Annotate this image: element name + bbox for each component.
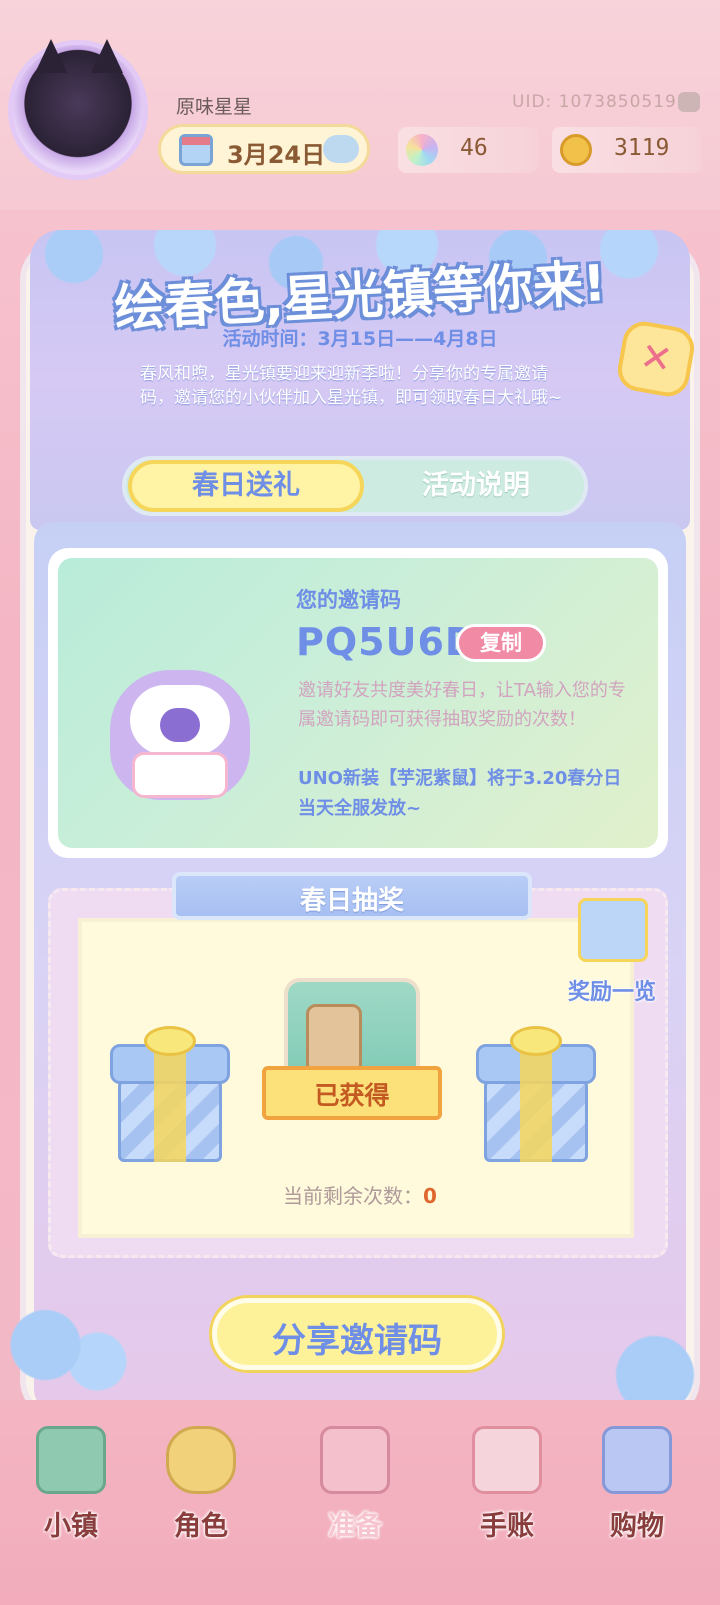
cat-ear-right xyxy=(91,39,123,73)
nav-character[interactable]: 角色 xyxy=(146,1420,256,1550)
hamster-shirt xyxy=(132,752,228,798)
flower-decoration-left xyxy=(0,1290,130,1400)
tab-spring-gift[interactable]: 春日送礼 xyxy=(128,460,364,512)
hamster-character-image xyxy=(110,640,260,810)
gift-bow-icon xyxy=(144,1026,196,1056)
coin-counter[interactable]: 3119 xyxy=(552,127,702,173)
nav-town-label: 小镇 xyxy=(44,1511,98,1542)
invite-code-value: PQ5U6D xyxy=(296,620,478,664)
invite-description: 邀请好友共度美好春日，让TA输入您的专属邀请码即可获得抽取奖励的次数！ xyxy=(298,680,626,730)
copy-uid-icon[interactable] xyxy=(678,92,700,112)
obtained-prize: 已获得 xyxy=(262,958,442,1138)
calendar-icon xyxy=(179,134,213,166)
nav-shopping[interactable]: 购物 xyxy=(582,1420,692,1550)
copy-button[interactable]: 复制 xyxy=(456,624,546,662)
event-description: 春风和煦，星光镇要迎来迎新季啦！分享你的专属邀请码，邀请您的小伙伴加入星光镇，即… xyxy=(140,364,563,408)
close-button[interactable]: ✕ xyxy=(614,318,698,400)
lottery-title: 春日抽奖 xyxy=(299,886,404,916)
gem-counter[interactable]: 46 xyxy=(398,127,538,173)
gift-bow-icon xyxy=(510,1026,562,1056)
character-icon xyxy=(166,1426,236,1494)
gem-count: 46 xyxy=(460,135,488,161)
shopping-bag-icon xyxy=(602,1426,672,1494)
gem-icon xyxy=(406,134,438,166)
lottery-gift-left[interactable] xyxy=(100,1026,240,1164)
nav-prepare-label: 准备 xyxy=(328,1511,382,1542)
obtained-label: 已获得 xyxy=(314,1081,390,1110)
hamster-mouth xyxy=(160,708,200,742)
prepare-icon xyxy=(320,1426,390,1494)
share-invite-code-button[interactable]: 分享邀请码 xyxy=(212,1298,502,1370)
uid-label: UID: 1073850519 xyxy=(512,92,677,112)
nav-journal-label: 手账 xyxy=(480,1511,534,1542)
remaining-label: 当前剩余次数： xyxy=(283,1184,424,1208)
close-icon: ✕ xyxy=(636,333,676,383)
rewards-overview-button[interactable]: 奖励一览 xyxy=(562,898,662,1008)
date-pill[interactable]: 3月24日 xyxy=(158,124,370,174)
gift-box-icon xyxy=(578,898,648,962)
journal-icon xyxy=(472,1426,542,1494)
share-button-label: 分享邀请码 xyxy=(272,1321,442,1361)
lottery-gift-right[interactable] xyxy=(466,1026,606,1164)
cat-ear-left xyxy=(35,39,67,73)
invite-code-label: 您的邀请码 xyxy=(296,588,401,612)
weather-cloud-icon xyxy=(323,135,359,163)
map-icon xyxy=(36,1426,106,1494)
nav-journal[interactable]: 手账 xyxy=(452,1420,562,1550)
coin-count: 3119 xyxy=(614,135,670,161)
coin-icon xyxy=(560,134,592,166)
remaining-count: 0 xyxy=(423,1184,437,1208)
username: 原味星星 xyxy=(176,96,253,118)
nav-town[interactable]: 小镇 xyxy=(16,1420,126,1550)
flour-sack-icon xyxy=(306,1004,362,1074)
nav-prepare[interactable]: 准备 xyxy=(300,1420,410,1550)
avatar[interactable] xyxy=(8,39,148,180)
nav-character-label: 角色 xyxy=(174,1511,228,1542)
event-time: 活动时间：3月15日——4月8日 xyxy=(222,328,498,350)
obtained-ribbon: 已获得 xyxy=(262,1066,442,1120)
nav-shopping-label: 购物 xyxy=(610,1511,664,1542)
invite-note: UNO新装【芋泥紫鼠】将于3.20春分日当天全服发放~ xyxy=(298,768,622,819)
tab-event-info[interactable]: 活动说明 xyxy=(366,460,586,512)
lottery-title-banner: 春日抽奖 xyxy=(172,872,532,920)
remaining-draws: 当前剩余次数：0 xyxy=(0,1180,720,1209)
rewards-overview-label: 奖励一览 xyxy=(567,980,656,1005)
tab-bar: 春日送礼 活动说明 xyxy=(122,456,588,516)
date-text: 3月24日 xyxy=(227,141,326,169)
